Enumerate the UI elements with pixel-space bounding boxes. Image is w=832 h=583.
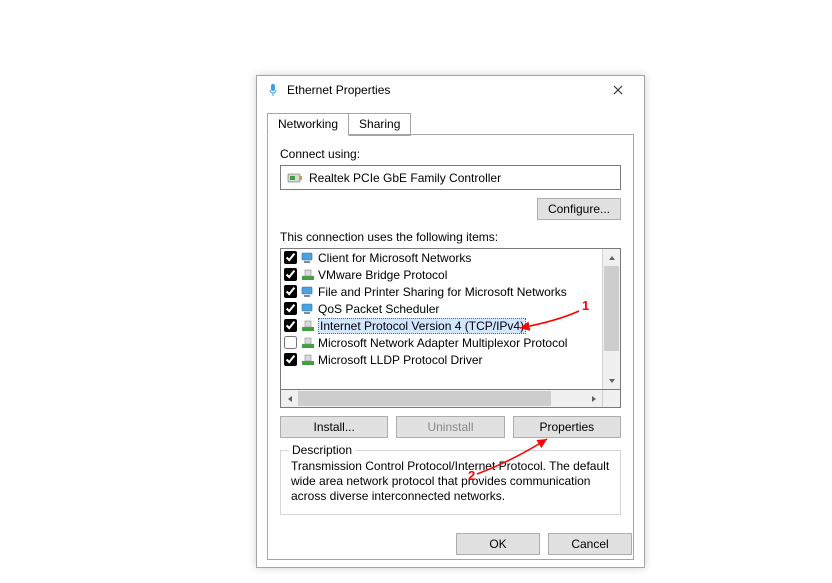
vertical-scrollbar[interactable] (602, 249, 620, 389)
ethernet-properties-dialog: Ethernet Properties NetworkingSharing Co… (256, 75, 645, 568)
item-label: Microsoft LLDP Protocol Driver (318, 353, 483, 367)
description-group: Description Transmission Control Protoco… (280, 450, 621, 515)
protocol-icon (300, 318, 316, 334)
adapter-icon (265, 82, 281, 98)
items-listbox[interactable]: Client for Microsoft Networks VMware Brid… (280, 248, 621, 390)
item-label: Microsoft Network Adapter Multiplexor Pr… (318, 336, 567, 350)
adapter-name: Realtek PCIe GbE Family Controller (309, 171, 501, 185)
item-label: QoS Packet Scheduler (318, 302, 439, 316)
item-checkbox[interactable] (284, 319, 297, 332)
tab-sharing[interactable]: Sharing (349, 113, 411, 136)
description-text: Transmission Control Protocol/Internet P… (291, 459, 610, 504)
horizontal-scrollbar[interactable] (280, 390, 621, 408)
scroll-down-icon[interactable] (603, 372, 620, 389)
protocol-icon (300, 335, 316, 351)
tab-panel-networking: Connect using: Realtek PCIe GbE Family C… (267, 134, 634, 560)
ok-button[interactable]: OK (456, 533, 540, 555)
item-label: VMware Bridge Protocol (318, 268, 447, 282)
configure-button[interactable]: Configure... (537, 198, 621, 220)
connect-using-label: Connect using: (280, 147, 621, 161)
list-item[interactable]: Microsoft LLDP Protocol Driver (281, 351, 602, 368)
item-label: File and Printer Sharing for Microsoft N… (318, 285, 567, 299)
close-button[interactable] (596, 77, 640, 103)
item-checkbox[interactable] (284, 251, 297, 264)
list-item[interactable]: File and Printer Sharing for Microsoft N… (281, 283, 602, 300)
item-label: Client for Microsoft Networks (318, 251, 471, 265)
list-item[interactable]: QoS Packet Scheduler (281, 300, 602, 317)
description-title: Description (289, 443, 355, 457)
list-item[interactable]: Internet Protocol Version 4 (TCP/IPv4) (281, 317, 602, 334)
list-item[interactable]: Microsoft Network Adapter Multiplexor Pr… (281, 334, 602, 351)
tab-networking[interactable]: Networking (267, 113, 349, 136)
list-item[interactable]: Client for Microsoft Networks (281, 249, 602, 266)
item-checkbox[interactable] (284, 285, 297, 298)
protocol-icon (300, 352, 316, 368)
cancel-button[interactable]: Cancel (548, 533, 632, 555)
properties-button[interactable]: Properties (513, 416, 621, 438)
item-checkbox[interactable] (284, 302, 297, 315)
scroll-thumb[interactable] (604, 266, 619, 351)
title-bar: Ethernet Properties (257, 76, 644, 104)
items-label: This connection uses the following items… (280, 230, 621, 244)
scroll-up-icon[interactable] (603, 249, 620, 266)
item-checkbox[interactable] (284, 353, 297, 366)
item-checkbox[interactable] (284, 268, 297, 281)
client-icon (300, 250, 316, 266)
client-icon (300, 284, 316, 300)
nic-icon (287, 170, 303, 186)
uninstall-button: Uninstall (396, 416, 504, 438)
item-label: Internet Protocol Version 4 (TCP/IPv4) (318, 318, 526, 334)
hscroll-thumb[interactable] (298, 391, 551, 406)
scroll-right-icon[interactable] (585, 390, 602, 407)
client-icon (300, 301, 316, 317)
protocol-icon (300, 267, 316, 283)
scroll-left-icon[interactable] (281, 390, 298, 407)
install-button[interactable]: Install... (280, 416, 388, 438)
scroll-corner (602, 390, 620, 407)
tab-strip: NetworkingSharing (267, 112, 634, 134)
item-checkbox[interactable] (284, 336, 297, 349)
adapter-field[interactable]: Realtek PCIe GbE Family Controller (280, 165, 621, 190)
window-title: Ethernet Properties (287, 83, 596, 97)
list-item[interactable]: VMware Bridge Protocol (281, 266, 602, 283)
